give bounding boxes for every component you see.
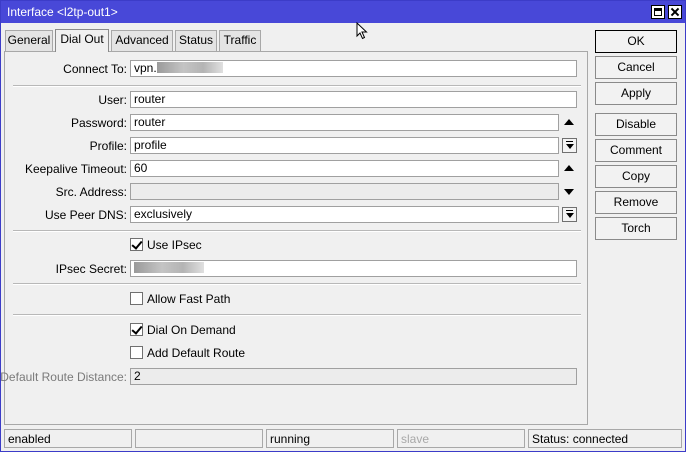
dial-out-panel: Connect To: vpn. User: router Password: … [0, 51, 589, 425]
use-ipsec-checkbox[interactable] [130, 238, 143, 251]
torch-button[interactable]: Torch [595, 217, 677, 240]
default-route-distance-row: Default Route Distance: 2 [0, 368, 589, 386]
use-peer-dns-select[interactable]: exclusively [130, 206, 559, 223]
user-label: User: [98, 93, 127, 107]
separator [13, 314, 581, 316]
password-row: Password: router [5, 114, 589, 132]
remove-button[interactable]: Remove [595, 191, 677, 214]
status-connection: Status: connected [528, 429, 682, 448]
status-enabled: enabled [4, 429, 132, 448]
dial-on-demand-checkbox[interactable] [130, 323, 143, 336]
password-input[interactable]: router [130, 114, 559, 131]
user-row: User: router [5, 91, 589, 109]
allow-fast-path-label[interactable]: Allow Fast Path [147, 292, 230, 306]
separator [13, 85, 581, 87]
ok-button[interactable]: OK [595, 30, 677, 53]
dial-on-demand-row: Dial On Demand [5, 322, 589, 340]
mouse-cursor-icon [356, 22, 368, 40]
profile-select[interactable]: profile [130, 137, 559, 154]
use-peer-dns-row: Use Peer DNS: exclusively [5, 206, 589, 224]
redacted-secret [134, 262, 204, 273]
allow-fast-path-checkbox[interactable] [130, 292, 143, 305]
profile-label: Profile: [89, 139, 127, 153]
profile-row: Profile: profile [5, 137, 589, 155]
allow-fast-path-row: Allow Fast Path [5, 291, 589, 309]
tab-advanced[interactable]: Advanced [111, 30, 173, 51]
dropdown-icon[interactable] [562, 207, 577, 222]
status-slave: slave [397, 429, 525, 448]
default-route-distance-input[interactable]: 2 [130, 368, 577, 385]
use-ipsec-row: Use IPsec [5, 237, 589, 255]
src-address-input[interactable] [130, 183, 559, 200]
dial-on-demand-label[interactable]: Dial On Demand [147, 323, 236, 337]
password-label: Password: [70, 116, 127, 130]
separator [13, 283, 581, 285]
dropdown-icon[interactable] [562, 138, 577, 153]
connect-to-label: Connect To: [63, 62, 127, 76]
user-input[interactable]: router [130, 91, 577, 108]
keepalive-label: Keepalive Timeout: [24, 162, 127, 176]
close-icon[interactable] [668, 5, 682, 19]
tab-general[interactable]: General [5, 30, 53, 51]
use-peer-dns-label: Use Peer DNS: [44, 208, 127, 222]
tab-status[interactable]: Status [175, 30, 217, 51]
maximize-icon[interactable] [651, 5, 665, 19]
copy-button[interactable]: Copy [595, 165, 677, 188]
tab-dial-out[interactable]: Dial Out [55, 29, 109, 52]
src-address-row: Src. Address: [5, 183, 589, 201]
add-default-route-row: Add Default Route [5, 345, 589, 363]
add-default-route-label[interactable]: Add Default Route [147, 346, 245, 360]
collapse-arrow-icon[interactable] [561, 160, 577, 177]
connect-to-input[interactable]: vpn. [130, 60, 577, 77]
interface-window: Interface <l2tp-out1> General Dial Out A… [0, 0, 686, 452]
status-empty [135, 429, 263, 448]
ipsec-secret-label: IPsec Secret: [55, 262, 127, 276]
cancel-button[interactable]: Cancel [595, 56, 677, 79]
use-ipsec-label[interactable]: Use IPsec [147, 238, 202, 252]
status-bar: enabled running slave Status: connected [4, 429, 682, 449]
keepalive-input[interactable]: 60 [130, 160, 559, 177]
collapse-arrow-icon[interactable] [561, 114, 577, 131]
tab-traffic[interactable]: Traffic [219, 30, 261, 51]
disable-button[interactable]: Disable [595, 113, 677, 136]
connect-to-row: Connect To: vpn. [5, 60, 589, 78]
src-address-label: Src. Address: [55, 185, 127, 199]
add-default-route-checkbox[interactable] [130, 346, 143, 359]
separator [13, 230, 581, 232]
window-title: Interface <l2tp-out1> [7, 5, 118, 19]
comment-button[interactable]: Comment [595, 139, 677, 162]
keepalive-row: Keepalive Timeout: 60 [5, 160, 589, 178]
status-running: running [266, 429, 394, 448]
expand-arrow-icon[interactable] [561, 183, 577, 200]
ipsec-secret-input[interactable] [130, 260, 577, 277]
apply-button[interactable]: Apply [595, 82, 677, 105]
default-route-distance-label: Default Route Distance: [0, 370, 127, 384]
ipsec-secret-row: IPsec Secret: [5, 260, 589, 278]
redacted-hostname [156, 62, 223, 73]
title-bar[interactable]: Interface <l2tp-out1> [1, 1, 685, 23]
